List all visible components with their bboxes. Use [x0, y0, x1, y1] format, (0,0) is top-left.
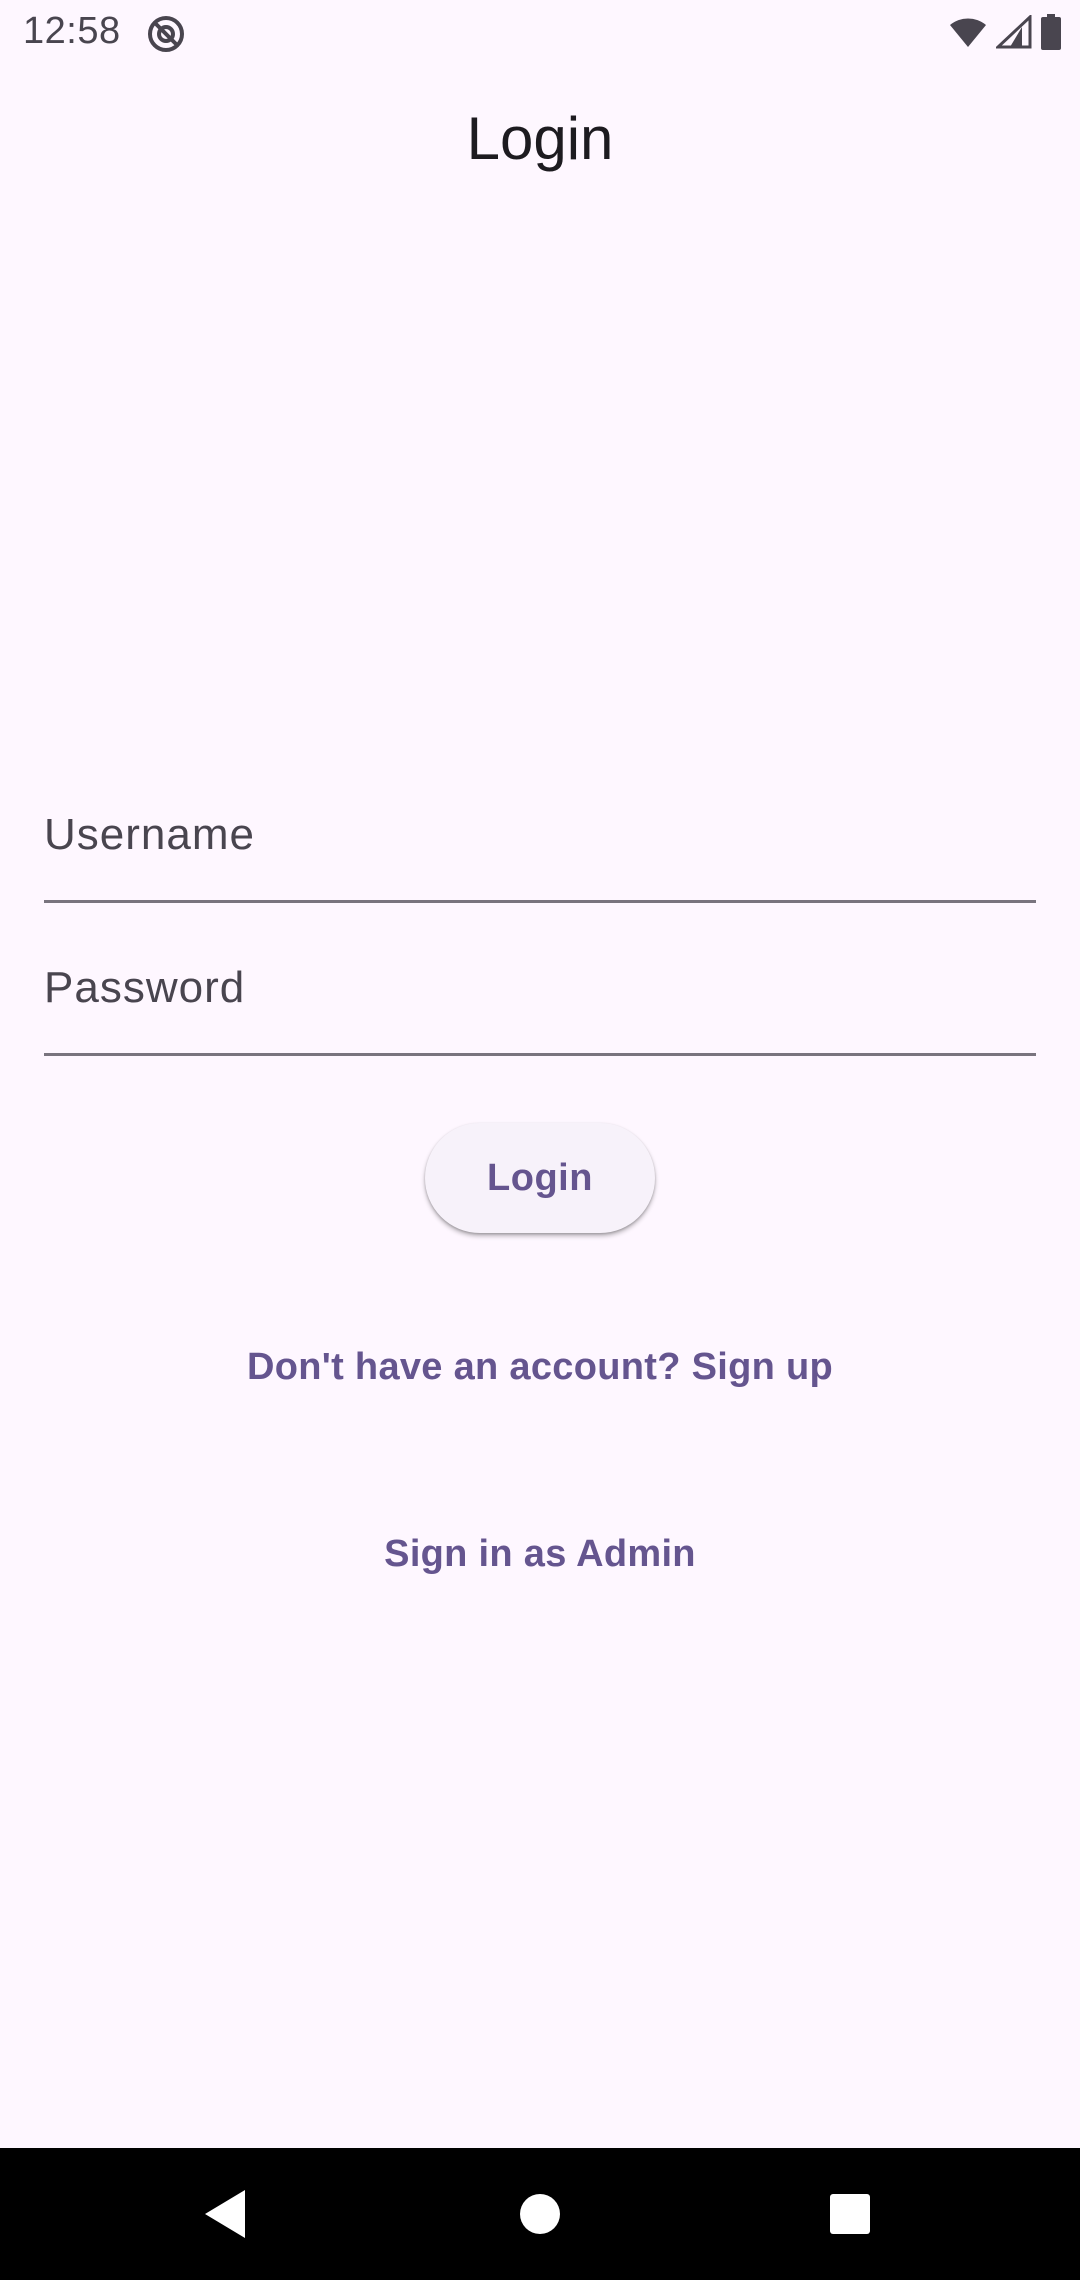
back-icon[interactable]	[195, 2184, 255, 2244]
page-title: Login	[466, 104, 614, 172]
login-button[interactable]: Login	[425, 1123, 655, 1233]
app-bar: Login	[0, 66, 1080, 218]
password-input[interactable]	[44, 953, 1036, 1023]
username-input[interactable]	[44, 800, 1036, 870]
status-time: 12:58	[23, 10, 121, 52]
cellular-signal-icon	[994, 13, 1032, 54]
signup-link[interactable]: Don't have an account? Sign up	[0, 1342, 1080, 1392]
status-bar: 12:58	[0, 0, 1080, 66]
status-icons	[948, 13, 1062, 55]
password-field[interactable]	[44, 943, 1036, 1056]
admin-signin-link[interactable]: Sign in as Admin	[0, 1529, 1080, 1579]
recent-apps-icon[interactable]	[820, 2184, 880, 2244]
username-field[interactable]	[44, 790, 1036, 903]
home-icon[interactable]	[510, 2184, 570, 2244]
do-not-disturb-icon	[146, 14, 186, 54]
system-navigation-bar	[0, 2148, 1080, 2280]
wifi-icon	[948, 15, 988, 54]
battery-icon	[1040, 13, 1062, 55]
